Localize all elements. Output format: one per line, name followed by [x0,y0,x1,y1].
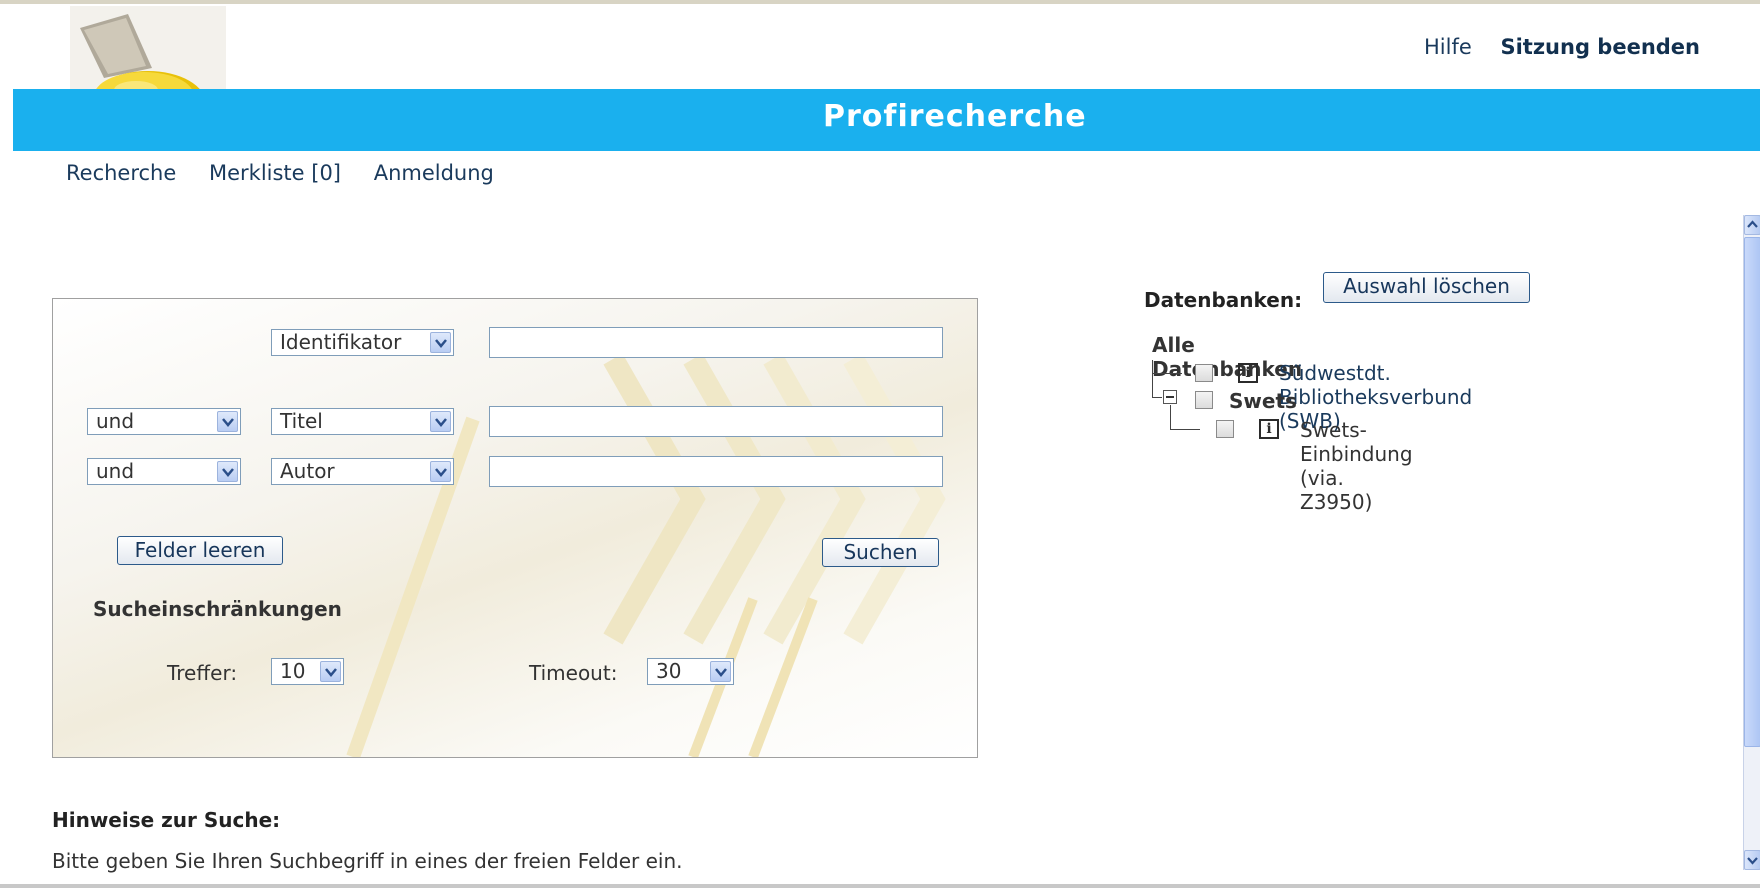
hints-text: Bitte geben Sie Ihren Suchbegriff in ein… [52,849,683,873]
chevron-down-icon [710,661,731,682]
field-select-1[interactable]: Identifikator [271,329,454,356]
operator-select-2-value: und [96,409,135,433]
timeout-label: Timeout: [529,661,618,685]
search-input-2[interactable] [489,406,943,437]
field-select-1-value: Identifikator [280,330,402,354]
chevron-down-icon [430,411,451,432]
clear-selection-button[interactable]: Auswahl löschen [1323,272,1530,303]
search-input-1[interactable] [489,327,943,358]
window-bottom-border [0,884,1760,888]
page-title: Profirecherche [823,99,1087,134]
scroll-up-button[interactable] [1744,215,1760,235]
help-link[interactable]: Hilfe [1424,35,1472,59]
main-nav: Recherche Merkliste [0] Anmeldung [66,161,520,185]
chevron-down-icon [320,661,341,682]
tree-line [1170,429,1200,430]
info-icon[interactable]: i [1259,419,1279,439]
hits-label: Treffer: [167,661,238,685]
operator-select-3[interactable]: und [87,458,241,485]
restrictions-heading: Sucheinschränkungen [93,597,342,621]
collapse-icon[interactable] [1163,390,1177,404]
hits-select[interactable]: 10 [271,658,344,685]
logout-link[interactable]: Sitzung beenden [1500,35,1700,59]
window-top-border [0,0,1760,4]
checkbox-swets-einbindung[interactable] [1216,420,1234,438]
databases-label: Datenbanken: [1144,288,1303,312]
tree-line [1152,373,1182,374]
db-item-swets[interactable]: Swets [1229,389,1297,413]
info-icon[interactable]: i [1238,363,1258,383]
tree-line [1152,397,1162,398]
search-form: Identifikator und Titel und Autor Felder… [52,298,978,758]
search-input-3[interactable] [489,456,943,487]
chevron-down-icon [217,411,238,432]
timeout-select-value: 30 [656,659,682,683]
operator-select-2[interactable]: und [87,408,241,435]
search-button[interactable]: Suchen [822,538,939,567]
top-links: Hilfe Sitzung beenden [1402,35,1700,59]
vertical-scrollbar[interactable] [1743,215,1760,870]
background-decoration [346,353,946,757]
scroll-down-button[interactable] [1744,850,1760,870]
field-select-2-value: Titel [280,409,323,433]
field-select-2[interactable]: Titel [271,408,454,435]
chevron-down-icon [217,461,238,482]
checkbox-swets[interactable] [1195,391,1213,409]
operator-select-3-value: und [96,459,135,483]
scroll-thumb[interactable] [1744,237,1760,747]
nav-item-recherche[interactable]: Recherche [66,161,176,185]
hints-heading: Hinweise zur Suche: [52,808,281,832]
field-select-3[interactable]: Autor [271,458,454,485]
chevron-down-icon [430,332,451,353]
nav-item-anmeldung[interactable]: Anmeldung [374,161,494,185]
tree-line [1170,405,1171,429]
checkbox-swb[interactable] [1195,364,1213,382]
clear-fields-button[interactable]: Felder leeren [117,536,283,565]
db-item-swets-einbindung[interactable]: Swets-Einbindung (via. Z3950) [1300,418,1413,514]
hits-select-value: 10 [280,659,306,683]
tree-line [1152,360,1153,398]
nav-item-merkliste[interactable]: Merkliste [0] [209,161,341,185]
field-select-3-value: Autor [280,459,335,483]
timeout-select[interactable]: 30 [647,658,734,685]
chevron-down-icon [430,461,451,482]
